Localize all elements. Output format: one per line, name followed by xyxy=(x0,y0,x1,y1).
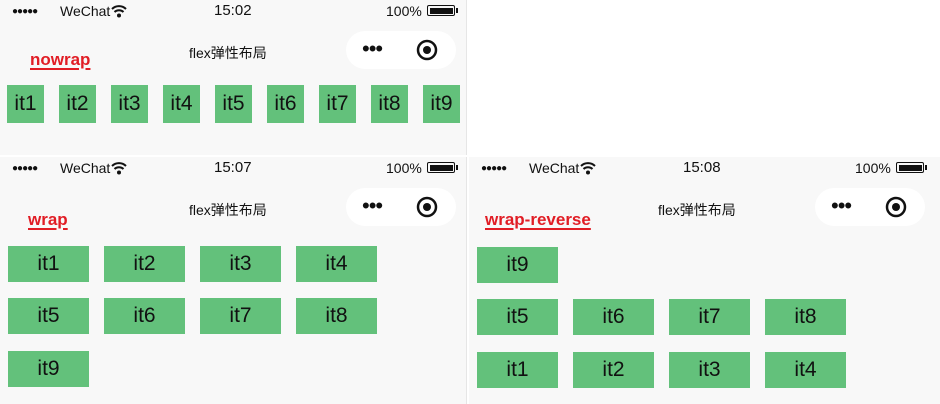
flex-item-2: it2 xyxy=(573,352,654,388)
flex-item-8: it8 xyxy=(765,299,846,335)
flex-item-1: it1 xyxy=(8,246,89,282)
flex-item-7: it7 xyxy=(200,298,281,334)
wifi-icon xyxy=(111,5,127,18)
wifi-icon xyxy=(111,162,127,175)
flex-item-1: it1 xyxy=(477,352,558,388)
flex-item-5: it5 xyxy=(477,299,558,335)
flex-item-9: it9 xyxy=(477,247,558,283)
nav-title: flex弹性布局 xyxy=(189,45,267,61)
panel-wrap-reverse: ●●●●● WeChat 15:08 100% wrap-reverse fle… xyxy=(469,157,940,404)
battery-percent: 100% xyxy=(386,160,422,176)
flex-item-7: it7 xyxy=(669,299,750,335)
menu-capsule[interactable]: ••• xyxy=(815,188,925,226)
panel-nowrap: ●●●●● WeChat 15:02 100% nowrap flex弹性布局 … xyxy=(0,0,467,155)
menu-capsule[interactable]: ••• xyxy=(346,188,456,226)
more-dots-icon[interactable]: ••• xyxy=(362,195,383,217)
battery-percent: 100% xyxy=(386,3,422,19)
flex-item-6: it6 xyxy=(573,299,654,335)
flex-item-2: it2 xyxy=(59,85,96,123)
more-dots-icon[interactable]: ••• xyxy=(362,38,383,60)
status-bar: ●●●●● WeChat 15:02 100% xyxy=(0,0,466,24)
carrier-label: WeChat xyxy=(529,160,580,176)
target-icon[interactable] xyxy=(416,196,438,218)
battery-icon xyxy=(427,5,458,16)
nav-title: flex弹性布局 xyxy=(189,202,267,218)
flex-item-3: it3 xyxy=(669,352,750,388)
status-bar: ●●●●● WeChat 15:07 100% xyxy=(0,157,466,181)
status-time: 15:07 xyxy=(214,159,252,176)
flex-item-4: it4 xyxy=(163,85,200,123)
flex-item-8: it8 xyxy=(296,298,377,334)
menu-capsule[interactable]: ••• xyxy=(346,31,456,69)
flex-item-3: it3 xyxy=(111,85,148,123)
flex-item-4: it4 xyxy=(296,246,377,282)
battery-percent: 100% xyxy=(855,160,891,176)
status-time: 15:02 xyxy=(214,2,252,19)
flex-item-1: it1 xyxy=(7,85,44,123)
signal-icon: ●●●●● xyxy=(12,6,38,17)
flex-item-2: it2 xyxy=(104,246,185,282)
flex-item-3: it3 xyxy=(200,246,281,282)
more-dots-icon[interactable]: ••• xyxy=(831,195,852,217)
target-icon[interactable] xyxy=(885,196,907,218)
panel-wrap: ●●●●● WeChat 15:07 100% wrap flex弹性布局 ••… xyxy=(0,157,467,404)
flex-item-6: it6 xyxy=(267,85,304,123)
flex-item-9: it9 xyxy=(8,351,89,387)
target-icon[interactable] xyxy=(416,39,438,61)
flex-item-5: it5 xyxy=(8,298,89,334)
mode-label: nowrap xyxy=(30,50,91,69)
flex-item-6: it6 xyxy=(104,298,185,334)
flex-item-9: it9 xyxy=(423,85,460,123)
flex-item-5: it5 xyxy=(215,85,252,123)
nav-title: flex弹性布局 xyxy=(658,202,736,218)
mode-label: wrap-reverse xyxy=(485,210,591,229)
status-bar: ●●●●● WeChat 15:08 100% xyxy=(469,157,940,181)
signal-icon: ●●●●● xyxy=(481,163,507,174)
carrier-label: WeChat xyxy=(60,3,111,19)
flex-item-4: it4 xyxy=(765,352,846,388)
signal-icon: ●●●●● xyxy=(12,163,38,174)
battery-icon xyxy=(427,162,458,173)
flex-item-8: it8 xyxy=(371,85,408,123)
battery-icon xyxy=(896,162,927,173)
carrier-label: WeChat xyxy=(60,160,111,176)
mode-label: wrap xyxy=(28,210,68,229)
wifi-icon xyxy=(580,162,596,175)
flex-item-7: it7 xyxy=(319,85,356,123)
status-time: 15:08 xyxy=(683,159,721,176)
